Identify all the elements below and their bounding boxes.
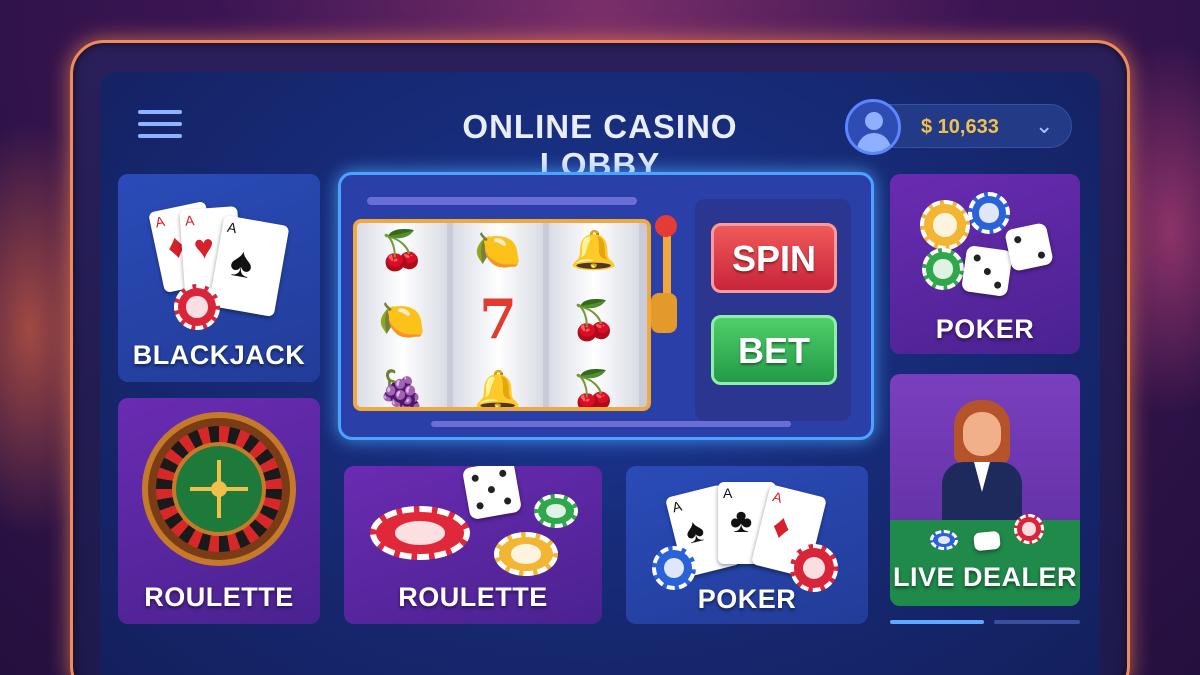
account-balance-dropdown[interactable]: $ 10,633 ⌄ bbox=[845, 99, 1072, 155]
poker-chip-icon bbox=[968, 192, 1010, 234]
poker-chip-icon bbox=[922, 248, 964, 290]
tile-label-roulette: ROULETTE bbox=[144, 582, 294, 612]
cherry-icon: 🍒 bbox=[570, 370, 618, 411]
playing-card-icon: A ♠ bbox=[208, 214, 290, 318]
bet-button[interactable]: BET bbox=[711, 315, 837, 385]
tile-poker-chips[interactable]: POKER bbox=[890, 174, 1080, 354]
tile-label-blackjack: BLACKJACK bbox=[132, 340, 306, 370]
cherry-icon: 🍒 bbox=[570, 300, 618, 342]
dice-icon bbox=[961, 245, 1013, 297]
dice-icon bbox=[461, 466, 523, 521]
balance-amount: $ 10,633 bbox=[921, 116, 999, 138]
menu-icon[interactable] bbox=[138, 110, 182, 146]
carousel-indicator-active[interactable] bbox=[890, 620, 984, 624]
slot-machine-panel: 🍒 🍋 🍇 🍋 7 🔔 🔔 🍒 🍒 SPIN BET bbox=[338, 172, 874, 440]
slot-indicator-bar bbox=[431, 421, 791, 427]
poker-chip-icon bbox=[534, 494, 578, 528]
tile-label-roulette-2: ROULETTE bbox=[398, 582, 548, 612]
tile-roulette-wheel[interactable]: ROULETTE bbox=[118, 398, 320, 624]
user-avatar-icon[interactable] bbox=[845, 99, 901, 155]
spin-button[interactable]: SPIN bbox=[711, 223, 837, 293]
tile-poker-cards[interactable]: A ♠ A ♣ A ♦ POKER bbox=[626, 466, 868, 624]
slot-reel: 🔔 🍒 🍒 bbox=[549, 223, 639, 411]
slot-lever-base bbox=[651, 293, 677, 333]
poker-chip-icon bbox=[370, 506, 470, 560]
seven-icon: 7 bbox=[479, 287, 517, 351]
dice-icon bbox=[1004, 222, 1054, 272]
tile-label-poker-2: POKER bbox=[935, 314, 1035, 344]
tile-label-poker: POKER bbox=[697, 584, 797, 614]
carousel-indicator[interactable] bbox=[994, 620, 1080, 624]
playing-card-icon bbox=[973, 530, 1001, 552]
grapes-icon: 🍇 bbox=[378, 370, 426, 411]
bell-icon: 🔔 bbox=[474, 370, 522, 411]
slot-controls: SPIN BET bbox=[695, 199, 851, 421]
slot-reel: 🍒 🍋 🍇 bbox=[357, 223, 447, 411]
lobby-screen: ONLINE CASINO LOBBY $ 10,633 ⌄ A ♦ A ♥ A ♠ … bbox=[100, 72, 1100, 675]
lemon-icon: 🍋 bbox=[474, 230, 522, 272]
lemon-icon: 🍋 bbox=[378, 300, 426, 342]
poker-chip-icon bbox=[494, 532, 558, 576]
poker-chip-icon bbox=[174, 284, 220, 330]
roulette-wheel-icon bbox=[142, 412, 296, 566]
tile-blackjack[interactable]: A ♦ A ♥ A ♠ BLACKJACK bbox=[118, 174, 320, 382]
bell-icon: 🔔 bbox=[570, 230, 618, 272]
slot-lever-knob[interactable] bbox=[655, 215, 677, 237]
tile-live-dealer[interactable]: LIVE DEALER bbox=[890, 374, 1080, 606]
poker-chip-icon bbox=[930, 530, 958, 550]
slot-reel: 🍋 7 🔔 bbox=[453, 223, 543, 411]
slot-reels: 🍒 🍋 🍇 🍋 7 🔔 🔔 🍒 🍒 bbox=[353, 219, 651, 411]
tile-roulette-chips[interactable]: ROULETTE bbox=[344, 466, 602, 624]
poker-chip-icon bbox=[1014, 514, 1044, 544]
cherry-icon: 🍒 bbox=[378, 230, 426, 272]
chevron-down-icon[interactable]: ⌄ bbox=[1035, 113, 1053, 139]
tile-label-live-dealer: LIVE DEALER bbox=[892, 562, 1078, 592]
slot-progress-bar bbox=[367, 197, 637, 205]
poker-chip-icon bbox=[920, 200, 970, 250]
